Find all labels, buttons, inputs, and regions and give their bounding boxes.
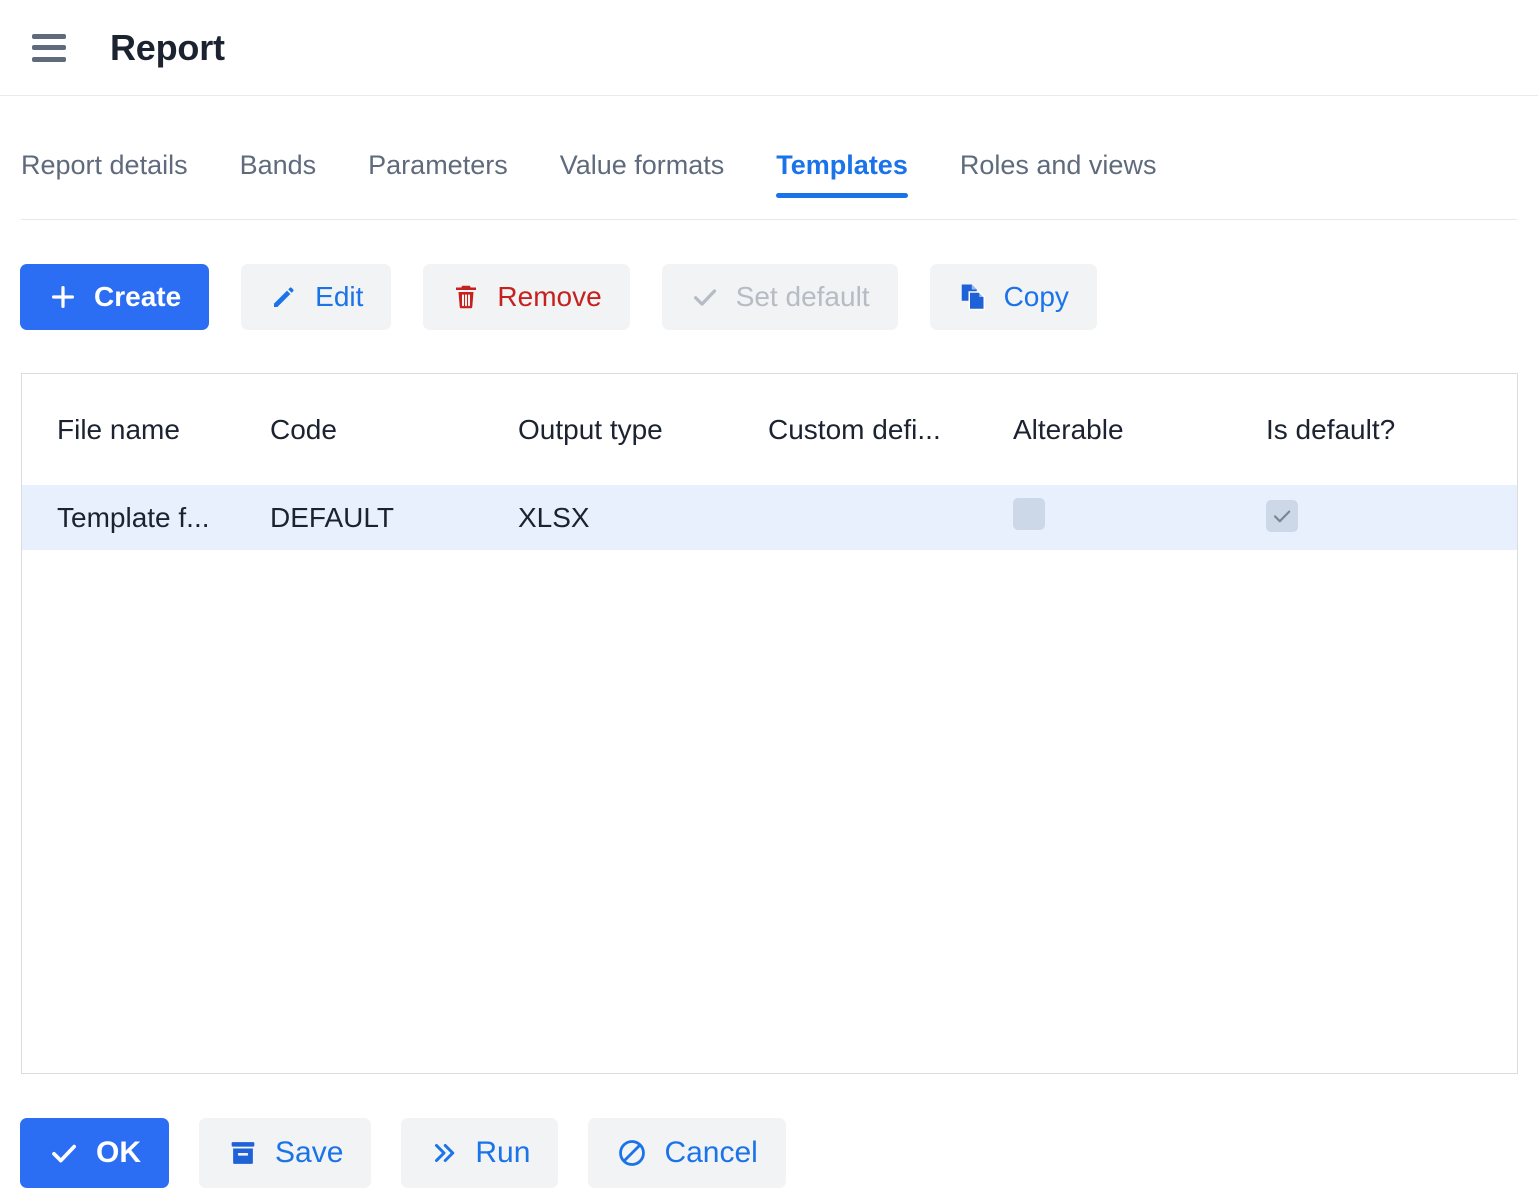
cancel-button-label: Cancel (664, 1138, 757, 1168)
report-templates-screen: Report Report details Bands Parameters V… (0, 0, 1538, 1204)
ok-button-label: OK (96, 1138, 141, 1168)
save-button[interactable]: Save (199, 1118, 371, 1188)
edit-button[interactable]: Edit (241, 264, 391, 330)
tab-value-formats[interactable]: Value formats (560, 140, 725, 181)
run-button[interactable]: Run (401, 1118, 558, 1188)
templates-toolbar: Create Edit Remove (20, 264, 1097, 330)
remove-button[interactable]: Remove (423, 264, 629, 330)
tab-bands[interactable]: Bands (240, 140, 317, 181)
trash-icon (451, 282, 481, 312)
tab-roles-and-views[interactable]: Roles and views (960, 140, 1157, 181)
alterable-checkbox[interactable] (1013, 498, 1045, 530)
copy-button[interactable]: Copy (930, 264, 1097, 330)
tab-templates[interactable]: Templates (776, 140, 908, 181)
column-header-output-type[interactable]: Output type (518, 414, 768, 446)
remove-button-label: Remove (497, 283, 601, 311)
create-button-label: Create (94, 283, 181, 311)
cell-code: DEFAULT (270, 502, 518, 534)
plus-icon (48, 282, 78, 312)
run-button-label: Run (475, 1138, 530, 1168)
dialog-actions: OK Save Run (20, 1118, 786, 1188)
copy-icon (958, 282, 988, 312)
app-header: Report (0, 0, 1538, 96)
is-default-checkbox[interactable] (1266, 500, 1298, 532)
archive-box-icon (227, 1137, 259, 1169)
save-button-label: Save (275, 1138, 343, 1168)
ok-button[interactable]: OK (20, 1118, 169, 1188)
cell-file-name: Template f... (22, 502, 270, 534)
ban-circle-icon (616, 1137, 648, 1169)
pencil-icon (269, 282, 299, 312)
cell-output-type: XLSX (518, 502, 768, 534)
page-title: Report (110, 27, 225, 69)
tab-report-details[interactable]: Report details (21, 140, 188, 181)
set-default-button[interactable]: Set default (662, 264, 898, 330)
cell-alterable (1013, 498, 1266, 537)
double-chevron-right-icon (429, 1138, 459, 1168)
table-row[interactable]: Template f... DEFAULT XLSX (22, 485, 1517, 550)
column-header-code[interactable]: Code (270, 414, 518, 446)
tab-parameters[interactable]: Parameters (368, 140, 508, 181)
cancel-button[interactable]: Cancel (588, 1118, 785, 1188)
column-header-is-default[interactable]: Is default? (1266, 414, 1516, 446)
check-icon (48, 1137, 80, 1169)
edit-button-label: Edit (315, 283, 363, 311)
column-header-alterable[interactable]: Alterable (1013, 414, 1266, 446)
tab-bar: Report details Bands Parameters Value fo… (21, 140, 1517, 220)
table-header-row: File name Code Output type Custom defi..… (22, 374, 1517, 485)
set-default-button-label: Set default (736, 283, 870, 311)
create-button[interactable]: Create (20, 264, 209, 330)
copy-button-label: Copy (1004, 283, 1069, 311)
column-header-file-name[interactable]: File name (22, 414, 270, 446)
check-icon (690, 282, 720, 312)
templates-table: File name Code Output type Custom defi..… (21, 373, 1518, 1074)
hamburger-menu-icon[interactable] (32, 34, 66, 62)
cell-is-default (1266, 500, 1516, 535)
column-header-custom-definition[interactable]: Custom defi... (768, 414, 1013, 446)
